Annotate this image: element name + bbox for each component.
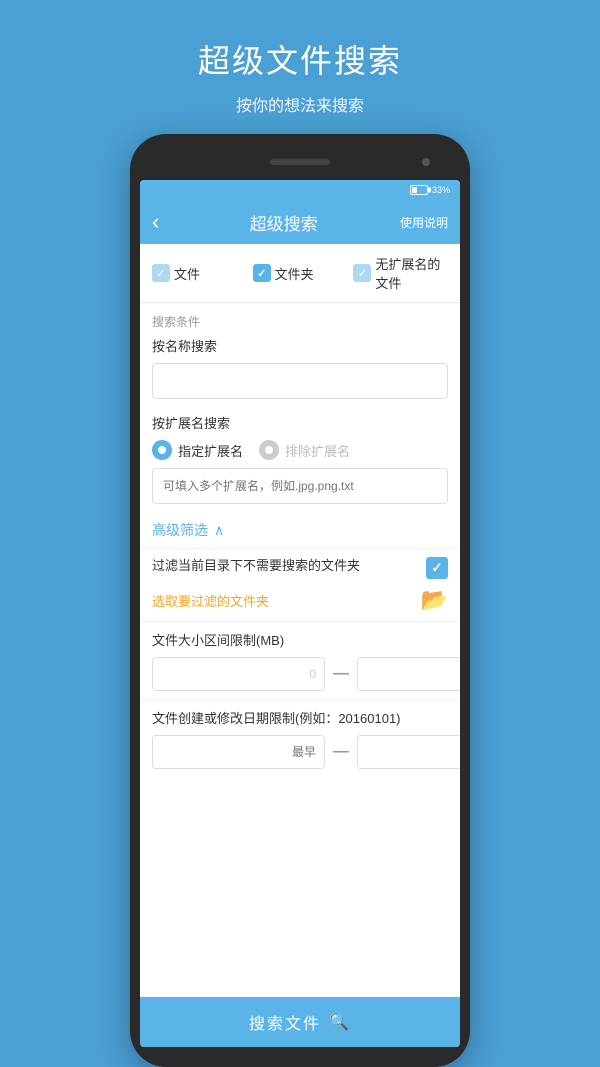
size-range-dash: — (333, 665, 349, 683)
battery-fill (412, 187, 417, 193)
app-bar-title: 超级搜索 (167, 210, 400, 235)
page-title: 超级文件搜索 (198, 36, 402, 82)
speaker (270, 159, 330, 165)
name-search-input[interactable] (152, 363, 448, 399)
file-type-file[interactable]: 文件 (152, 264, 247, 283)
radio-specify-ext[interactable]: 指定扩展名 (152, 440, 243, 460)
search-conditions-section: 搜索条件 按名称搜索 (140, 303, 460, 407)
date-label: 文件创建或修改日期限制(例如：20160101) (152, 708, 448, 727)
date-range-dash: — (333, 743, 349, 761)
radio-exclude-circle[interactable] (259, 440, 279, 460)
search-button[interactable]: 搜索文件 🔍 (140, 997, 460, 1047)
select-folder-label[interactable]: 选取要过滤的文件夹 (152, 591, 269, 610)
app-bar: ‹ 超级搜索 使用说明 (140, 200, 460, 244)
name-search-label: 按名称搜索 (152, 336, 448, 355)
file-type-folder-label: 文件夹 (275, 264, 314, 283)
content-area: 文件 文件夹 无扩展名的文件 搜索条件 按名称搜索 按扩展名搜索 (140, 244, 460, 997)
page-subtitle: 按你的想法来搜索 (198, 92, 402, 116)
file-type-file-label: 文件 (174, 264, 200, 283)
date-section: 文件创建或修改日期限制(例如：20160101) — (140, 699, 460, 777)
ext-search-input[interactable] (152, 468, 448, 504)
date-range-row: — (152, 735, 448, 769)
back-button[interactable]: ‹ (152, 211, 159, 233)
size-from-input[interactable] (152, 657, 325, 691)
folder-checkbox[interactable] (253, 264, 271, 282)
size-range-row: — (152, 657, 448, 691)
chevron-up-icon: ∧ (214, 522, 224, 539)
filter-row: 过滤当前目录下不需要搜索的文件夹 (152, 557, 448, 579)
search-button-label: 搜索文件 (249, 1010, 321, 1034)
advanced-toggle[interactable]: 高级筛选 ∧ (140, 512, 460, 548)
file-type-noext-label: 无扩展名的文件 (375, 254, 448, 292)
radio-exclude-label: 排除扩展名 (285, 441, 350, 460)
filter-folder-section: 过滤当前目录下不需要搜索的文件夹 选取要过滤的文件夹 📂 (140, 548, 460, 621)
filter-folder-text: 过滤当前目录下不需要搜索的文件夹 (152, 557, 418, 575)
radio-row: 指定扩展名 排除扩展名 (152, 440, 448, 460)
radio-exclude-ext[interactable]: 排除扩展名 (259, 440, 350, 460)
folder-open-icon[interactable]: 📂 (421, 587, 448, 613)
select-folder-row: 选取要过滤的文件夹 📂 (152, 587, 448, 613)
file-checkbox[interactable] (152, 264, 170, 282)
camera (422, 158, 430, 166)
ext-search-section: 按扩展名搜索 指定扩展名 排除扩展名 (140, 407, 460, 512)
file-type-noext[interactable]: 无扩展名的文件 (353, 254, 448, 292)
size-label: 文件大小区间限制(MB) (152, 630, 448, 649)
section-label-conditions: 搜索条件 (152, 313, 448, 330)
size-section: 文件大小区间限制(MB) — (140, 621, 460, 699)
search-icon: 🔍 (329, 1012, 351, 1032)
radio-specify-circle[interactable] (152, 440, 172, 460)
size-to-input[interactable] (357, 657, 460, 691)
ext-search-label: 按扩展名搜索 (152, 413, 448, 432)
date-to-input[interactable] (357, 735, 460, 769)
battery-icon (410, 185, 428, 195)
noext-checkbox[interactable] (353, 264, 371, 282)
battery-text: 33% (432, 185, 450, 195)
file-type-row: 文件 文件夹 无扩展名的文件 (140, 244, 460, 303)
phone-device: 33% ‹ 超级搜索 使用说明 文件 文件夹 (130, 134, 470, 1067)
filter-folder-checkbox[interactable] (426, 557, 448, 579)
phone-top-bar (140, 148, 460, 176)
file-type-folder[interactable]: 文件夹 (253, 264, 348, 283)
radio-specify-label: 指定扩展名 (178, 441, 243, 460)
date-from-input[interactable] (152, 735, 325, 769)
battery-indicator: 33% (410, 185, 450, 195)
help-button[interactable]: 使用说明 (400, 214, 448, 231)
phone-screen: 33% ‹ 超级搜索 使用说明 文件 文件夹 (140, 180, 460, 1047)
status-bar: 33% (140, 180, 460, 200)
advanced-label: 高级筛选 (152, 520, 208, 540)
